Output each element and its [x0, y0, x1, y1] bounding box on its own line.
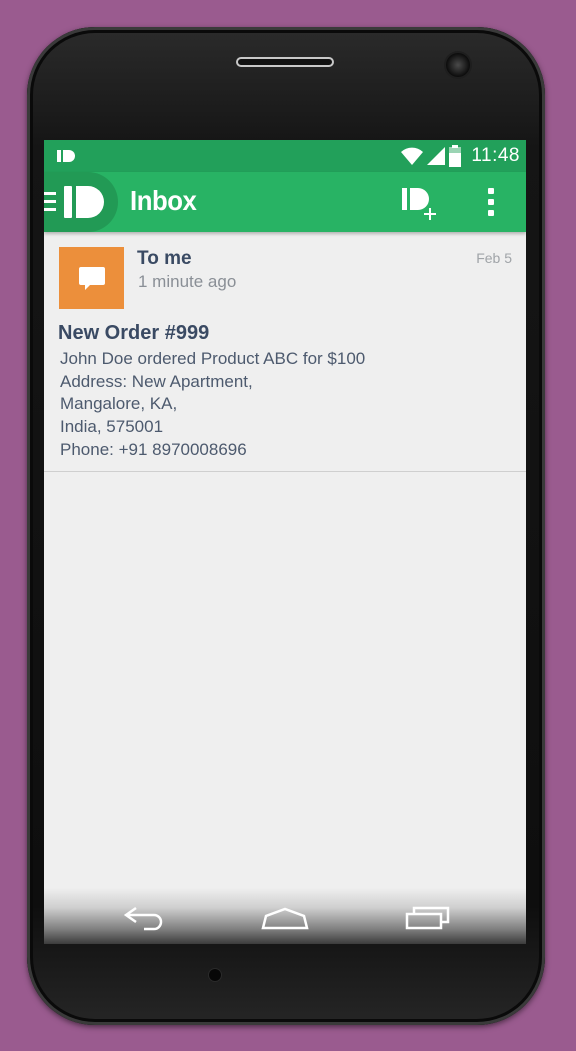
- home-icon: [261, 907, 309, 930]
- compose-push-icon: [402, 188, 436, 220]
- status-icons: 11:48: [401, 144, 520, 168]
- cell-signal-icon: [427, 147, 446, 165]
- page-title: Inbox: [130, 185, 197, 216]
- status-time: 11:48: [471, 145, 520, 166]
- pushbullet-icon: [57, 150, 75, 162]
- system-nav-bar: [44, 888, 526, 944]
- nav-drawer-button[interactable]: [44, 172, 118, 232]
- battery-icon: [449, 145, 462, 167]
- back-button[interactable]: [122, 902, 168, 932]
- home-button[interactable]: [260, 902, 310, 932]
- message-body-line: John Doe ordered Product ABC for $100: [60, 349, 366, 368]
- message-sender: To me: [137, 248, 192, 269]
- message-body-line: Mangalore, KA,: [60, 394, 178, 414]
- status-bar: 11:48: [44, 140, 526, 172]
- message-body: John Doe ordered Product ABC for $100 Ad…: [60, 348, 365, 462]
- front-camera: [446, 53, 470, 77]
- recents-icon: [405, 906, 450, 930]
- stage: 11:48 Inbox To me 1 minute ago Feb 5 New…: [0, 0, 576, 1051]
- overflow-menu-button[interactable]: [480, 186, 502, 218]
- recents-button[interactable]: [404, 902, 452, 932]
- wifi-icon: [401, 147, 424, 165]
- menu-icon: [44, 192, 56, 212]
- message-date: Feb 5: [476, 250, 512, 266]
- message-avatar: [59, 247, 124, 309]
- message-title: New Order #999: [58, 322, 210, 344]
- pushbullet-logo-icon: [64, 186, 104, 218]
- chat-bubble-icon: [79, 267, 105, 290]
- microphone: [209, 969, 221, 981]
- message-relative-time: 1 minute ago: [138, 272, 237, 291]
- app-bar: Inbox: [44, 172, 526, 232]
- message-body-line: India, 575001: [60, 417, 164, 437]
- message-body-line: Address: New Apartment,: [60, 371, 253, 391]
- compose-push-button[interactable]: [398, 184, 446, 224]
- message-body-line: Phone: +91 8970008696: [60, 439, 247, 459]
- back-icon: [123, 906, 163, 931]
- earpiece-speaker: [236, 57, 334, 67]
- message-list-item[interactable]: To me 1 minute ago Feb 5 New Order #999 …: [44, 232, 526, 472]
- screen: 11:48 Inbox To me 1 minute ago Feb 5 New…: [44, 140, 526, 944]
